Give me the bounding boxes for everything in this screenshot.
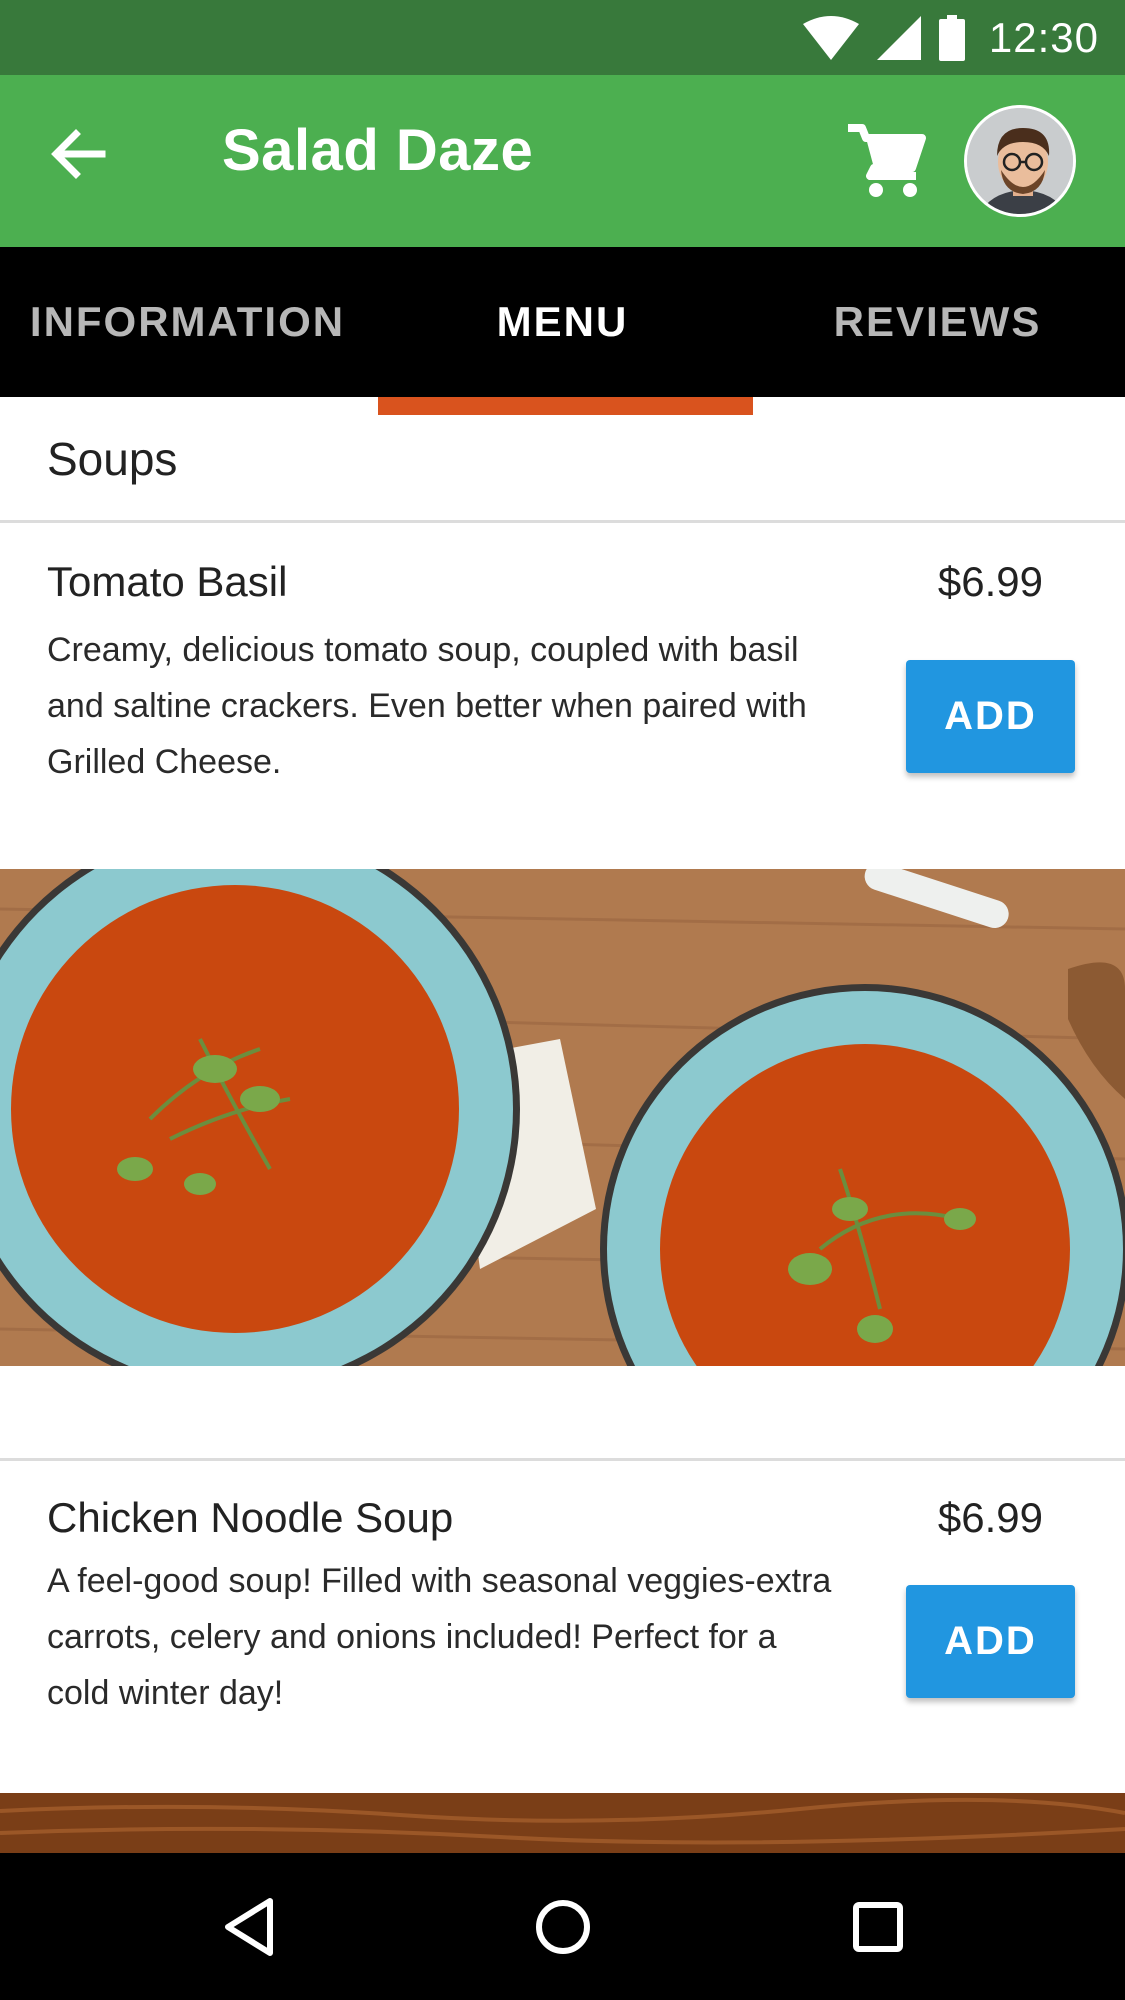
back-arrow-icon[interactable]: [44, 119, 114, 189]
status-time: 12:30: [988, 13, 1099, 61]
menu-item-price: $6.99: [937, 558, 1043, 605]
menu-item-name: Tomato Basil: [47, 558, 288, 605]
wifi-icon: [802, 15, 859, 60]
menu-item-name: Chicken Noodle Soup: [47, 1494, 454, 1541]
status-bar: 12:30: [0, 0, 1125, 75]
restaurant-menu-screen: 12:30 Salad Daze INFORMATION MENU REVIEW…: [0, 0, 1125, 2000]
menu-item-description: Creamy, delicious tomato soup, coupled w…: [47, 631, 807, 781]
item-divider: [0, 1458, 1125, 1461]
tab-bar: INFORMATION MENU REVIEWS: [0, 247, 1125, 397]
section-title: Soups: [47, 433, 178, 485]
nav-recents-icon[interactable]: [842, 1891, 914, 1963]
add-button[interactable]: ADD: [906, 660, 1075, 773]
cart-icon[interactable]: [846, 120, 926, 200]
add-button[interactable]: ADD: [906, 1585, 1075, 1698]
app-bar: Salad Daze: [0, 75, 1125, 247]
avatar[interactable]: [964, 105, 1076, 217]
next-item-photo: [0, 1793, 1125, 1853]
restaurant-title: Salad Daze: [222, 118, 534, 183]
menu-item-description: A feel-good soup! Filled with seasonal v…: [47, 1562, 832, 1712]
battery-icon: [938, 14, 965, 61]
tab-menu[interactable]: MENU: [375, 247, 750, 397]
nav-back-icon[interactable]: [214, 1891, 286, 1963]
system-nav-bar: [0, 1853, 1125, 2000]
nav-home-icon[interactable]: [527, 1891, 599, 1963]
active-tab-indicator: [378, 397, 753, 415]
signal-icon: [876, 15, 921, 60]
food-photo: [0, 869, 1125, 1366]
avatar-portrait: [967, 108, 1073, 214]
section-divider: [0, 520, 1125, 523]
menu-item-price: $6.99: [937, 1494, 1043, 1541]
tab-information[interactable]: INFORMATION: [0, 247, 375, 397]
tab-reviews[interactable]: REVIEWS: [750, 247, 1125, 397]
